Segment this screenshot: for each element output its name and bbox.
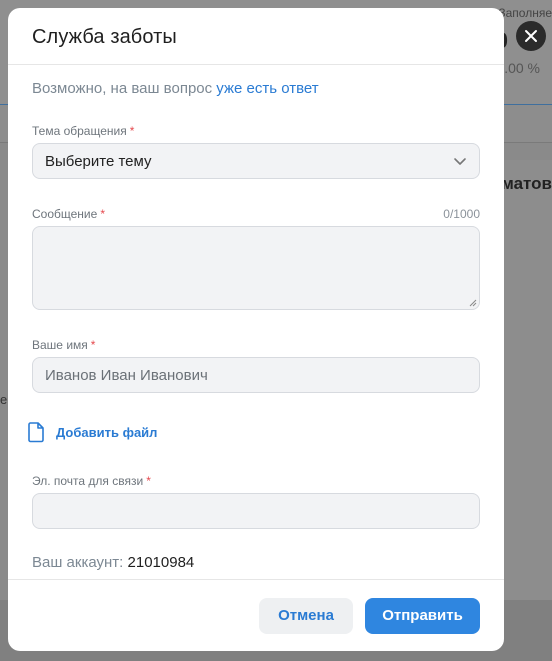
add-file-button[interactable]: Добавить файл [26,421,480,443]
topic-select[interactable]: Выберите тему [32,143,480,179]
topic-select-value: Выберите тему [45,152,152,170]
topic-label: Тема обращения * [32,124,480,138]
name-field[interactable]: Иванов Иван Иванович [32,357,480,393]
name-label-text: Ваше имя [32,338,88,352]
support-modal: Служба заботы Возможно, на ваш вопрос уж… [8,8,504,651]
submit-button[interactable]: Отправить [365,597,480,634]
close-button[interactable] [516,21,546,51]
chevron-down-icon [454,158,466,165]
name-field-value: Иванов Иван Иванович [45,366,208,384]
required-mark: * [90,338,96,352]
faq-hint: Возможно, на ваш вопрос уже есть ответ [32,80,480,97]
required-mark: * [129,124,135,138]
account-info: Ваш аккаунт: 21010984 [32,554,480,571]
account-number: 21010984 [127,554,195,571]
background-side-char: е [0,392,8,407]
topic-label-text: Тема обращения [32,124,127,138]
email-label: Эл. почта для связи * [32,474,480,488]
message-counter: 0/1000 [443,207,480,221]
modal-body: Возможно, на ваш вопрос уже есть ответ Т… [8,65,504,581]
message-label: Сообщение * 0/1000 [32,207,480,221]
faq-link[interactable]: уже есть ответ [216,80,318,97]
account-label: Ваш аккаунт: [32,554,124,571]
email-field[interactable] [32,493,480,529]
faq-hint-text: Возможно, на ваш вопрос [32,80,217,97]
modal-header: Служба заботы [8,8,504,65]
cancel-button[interactable]: Отмена [259,597,353,634]
message-textarea[interactable] [32,226,480,310]
background-card [503,160,552,600]
message-label-text: Сообщение [32,207,98,221]
email-label-text: Эл. почта для связи [32,474,144,488]
modal-title: Служба заботы [32,26,177,48]
background-heading: матов [501,174,552,193]
background-fill-label: Заполняе [498,6,552,20]
required-mark: * [100,207,105,221]
file-icon [28,422,44,443]
required-mark: * [146,474,151,488]
name-label: Ваше имя * [32,338,480,352]
add-file-label: Добавить файл [56,424,158,440]
modal-footer: Отмена Отправить [8,579,504,651]
close-icon [525,30,537,42]
resize-handle-icon[interactable] [469,299,477,307]
